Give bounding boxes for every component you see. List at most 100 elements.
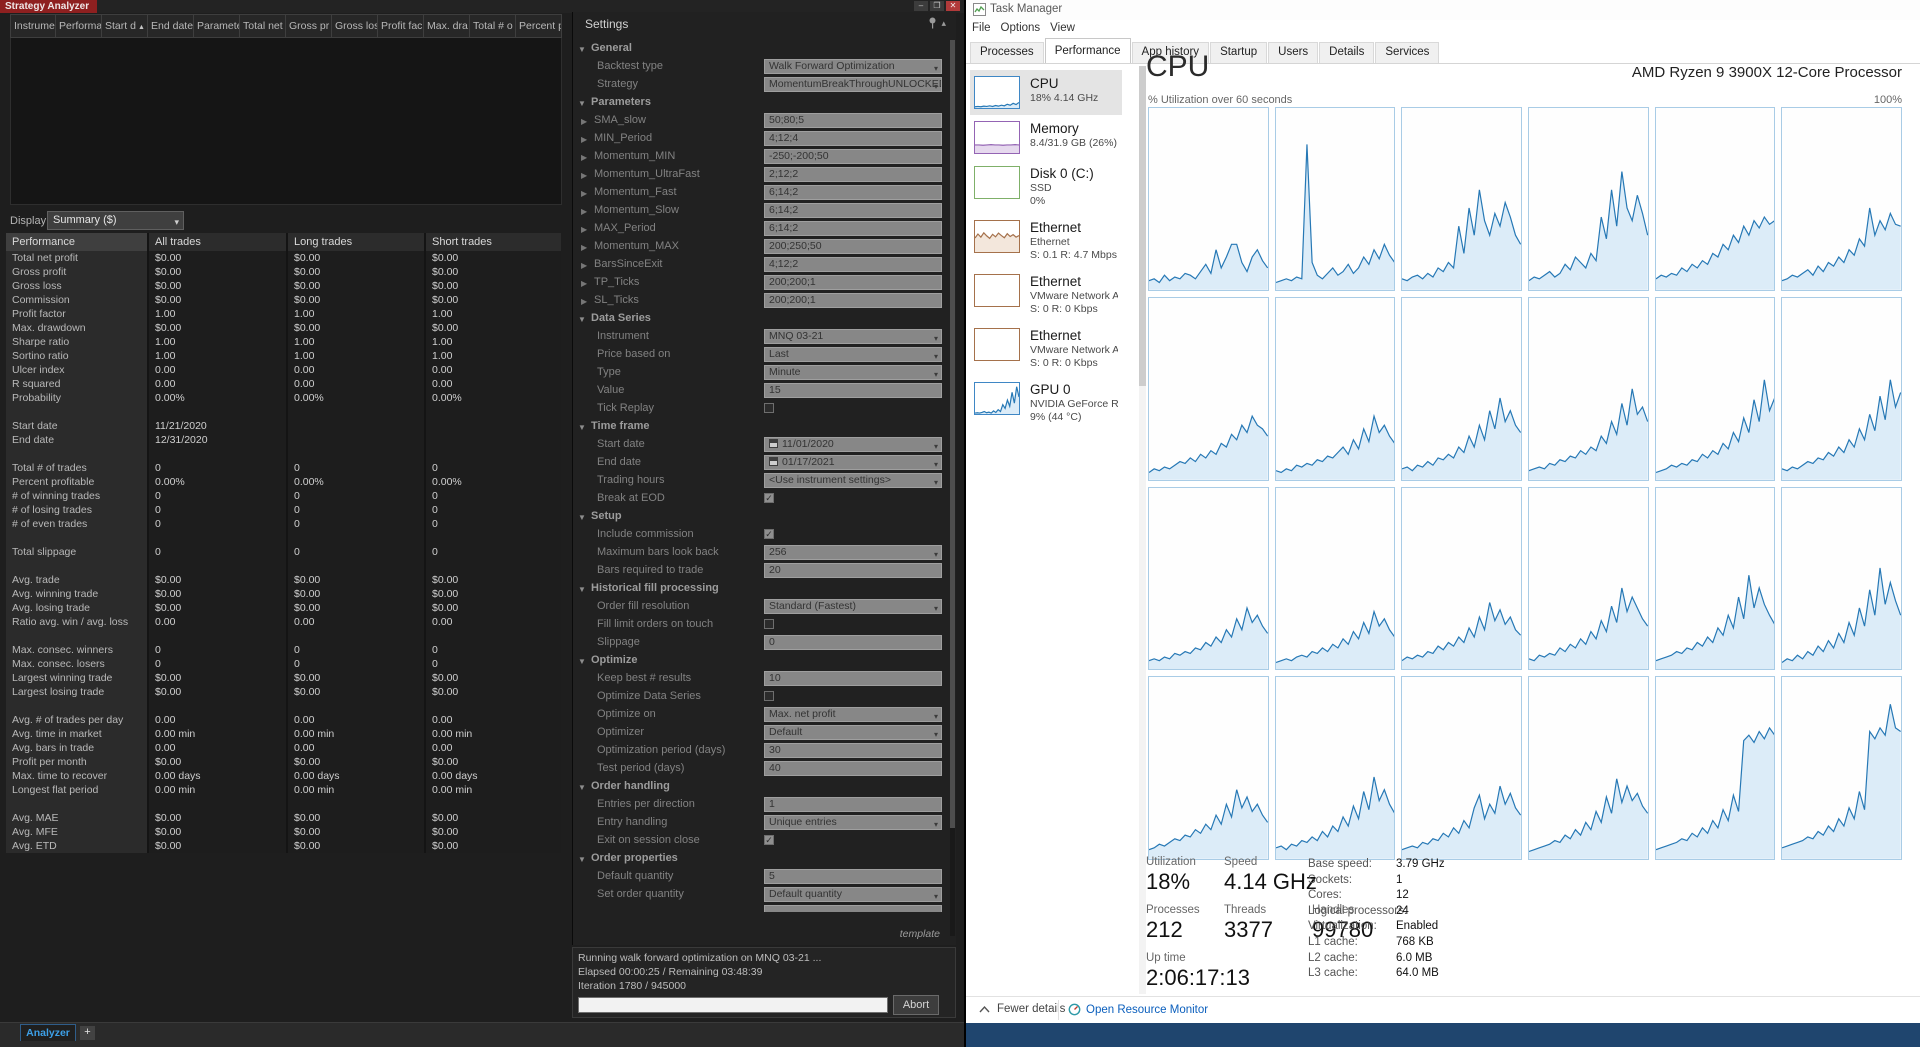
checkbox-checked[interactable]: ✓ bbox=[764, 493, 774, 503]
param-expand-icon[interactable]: ▶ bbox=[581, 261, 587, 270]
param-expand-icon[interactable]: ▶ bbox=[581, 135, 587, 144]
grid-column-header-performa[interactable]: Performa bbox=[56, 14, 102, 38]
checkbox-unchecked[interactable] bbox=[764, 619, 774, 629]
collapse-icon[interactable]: ▴ bbox=[941, 18, 946, 29]
close-button[interactable]: ✕ bbox=[946, 1, 960, 11]
sidebar-scrollbar[interactable] bbox=[1139, 66, 1146, 994]
grid-column-header-end-date[interactable]: End date bbox=[148, 14, 194, 38]
menu-view[interactable]: View bbox=[1050, 20, 1083, 38]
param-expand-icon[interactable]: ▶ bbox=[581, 189, 587, 198]
section-collapse-icon[interactable]: ▼ bbox=[578, 855, 586, 864]
grid-column-header-total-o[interactable]: Total # o bbox=[470, 14, 516, 38]
grid-column-header-max-dra[interactable]: Max. dra bbox=[424, 14, 470, 38]
section-collapse-icon[interactable]: ▼ bbox=[578, 657, 586, 666]
input-field[interactable]: -250;-200;50 bbox=[764, 149, 942, 164]
tab-processes[interactable]: Processes bbox=[970, 42, 1044, 63]
param-expand-icon[interactable]: ▶ bbox=[581, 279, 587, 288]
input-field[interactable]: 0 bbox=[764, 635, 942, 650]
grid-column-header-start-d[interactable]: Start d ▲ bbox=[102, 14, 148, 38]
maximize-button[interactable]: ❐ bbox=[930, 1, 944, 11]
input-field[interactable]: 200;200;1 bbox=[764, 275, 942, 290]
tab-startup[interactable]: Startup bbox=[1210, 42, 1268, 63]
dropdown-field[interactable]: Walk Forward Optimization ▾ bbox=[764, 59, 942, 74]
section-collapse-icon[interactable]: ▼ bbox=[578, 45, 586, 54]
sidebar-scrollbar-thumb[interactable] bbox=[1139, 66, 1146, 386]
section-collapse-icon[interactable]: ▼ bbox=[578, 783, 586, 792]
settings-scrollbar[interactable] bbox=[950, 40, 955, 936]
dropdown-field[interactable]: Max. net profit ▾ bbox=[764, 707, 942, 722]
grid-column-header-instrume[interactable]: Instrume bbox=[10, 14, 56, 38]
input-field[interactable]: 50;80;5 bbox=[764, 113, 942, 128]
tab-details[interactable]: Details bbox=[1319, 42, 1375, 63]
tab-users[interactable]: Users bbox=[1268, 42, 1319, 63]
param-expand-icon[interactable]: ▶ bbox=[581, 117, 587, 126]
input-field[interactable]: 5 bbox=[764, 869, 942, 884]
menu-options[interactable]: Options bbox=[1001, 20, 1049, 38]
input-field[interactable]: 4;12;2 bbox=[764, 257, 942, 272]
section-collapse-icon[interactable]: ▼ bbox=[578, 315, 586, 324]
input-field[interactable]: 6;14;2 bbox=[764, 221, 942, 236]
display-dropdown[interactable]: Summary ($) ▾ bbox=[47, 211, 184, 230]
input-field[interactable]: 1 bbox=[764, 797, 942, 812]
grid-column-header-gross-pr[interactable]: Gross pr bbox=[286, 14, 332, 38]
grid-column-header-total-net[interactable]: Total net bbox=[240, 14, 286, 38]
sidebar-item-ethernet[interactable]: EthernetVMware Network Ada...S: 0 R: 0 K… bbox=[970, 268, 1122, 322]
tab-services[interactable]: Services bbox=[1375, 42, 1440, 63]
sidebar-item-ethernet[interactable]: EthernetVMware Network Ada...S: 0 R: 0 K… bbox=[970, 322, 1122, 376]
checkbox-checked[interactable]: ✓ bbox=[764, 835, 774, 845]
tab-analyzer[interactable]: Analyzer bbox=[20, 1024, 76, 1041]
input-field[interactable]: 40 bbox=[764, 761, 942, 776]
date-field[interactable]: 01/17/2021 ▾ bbox=[764, 455, 942, 470]
sidebar-item-disk-0-c-[interactable]: Disk 0 (C:) SSD 0% bbox=[970, 160, 1122, 214]
input-field[interactable]: 15 bbox=[764, 383, 942, 398]
grid-column-header-percent-p[interactable]: Percent p bbox=[516, 14, 562, 38]
input-field[interactable]: 6;14;2 bbox=[764, 185, 942, 200]
dropdown-field[interactable]: Minute ▾ bbox=[764, 365, 942, 380]
input-field[interactable]: 200;250;50 bbox=[764, 239, 942, 254]
task-manager-titlebar[interactable]: Task Manager bbox=[966, 0, 1920, 20]
settings-scrollbar-thumb[interactable] bbox=[950, 40, 955, 829]
sidebar-item-gpu-0[interactable]: GPU 0NVIDIA GeForce RTX ...9% (44 °C) bbox=[970, 376, 1122, 430]
dropdown-field[interactable]: Standard (Fastest) ▾ bbox=[764, 599, 942, 614]
grid-column-header-paramete[interactable]: Paramete bbox=[194, 14, 240, 38]
date-field[interactable]: 11/01/2020 ▾ bbox=[764, 437, 942, 452]
section-collapse-icon[interactable]: ▼ bbox=[578, 585, 586, 594]
dropdown-field[interactable]: Last ▾ bbox=[764, 347, 942, 362]
dropdown-field[interactable]: Unique entries ▾ bbox=[764, 815, 942, 830]
minimize-button[interactable]: – bbox=[914, 1, 928, 11]
input-field[interactable]: 4;12;4 bbox=[764, 131, 942, 146]
param-expand-icon[interactable]: ▶ bbox=[581, 297, 587, 306]
section-collapse-icon[interactable]: ▼ bbox=[578, 99, 586, 108]
windows-taskbar[interactable] bbox=[966, 1023, 1920, 1047]
sidebar-item-memory[interactable]: Memory 8.4/31.9 GB (26%) bbox=[970, 115, 1122, 160]
dropdown-field[interactable]: MomentumBreakThroughUNLOCKED ▾ bbox=[764, 77, 942, 92]
checkbox-unchecked[interactable] bbox=[764, 691, 774, 701]
section-collapse-icon[interactable]: ▼ bbox=[578, 423, 586, 432]
menu-file[interactable]: File bbox=[972, 20, 999, 38]
open-resource-monitor-link[interactable]: Open Resource Monitor bbox=[1068, 1003, 1208, 1016]
input-field[interactable]: 30 bbox=[764, 743, 942, 758]
fewer-details-button[interactable]: Fewer details bbox=[978, 1003, 1065, 1015]
dropdown-field[interactable]: Default quantity ▾ bbox=[764, 887, 942, 902]
tab-performance[interactable]: Performance bbox=[1044, 38, 1131, 63]
param-expand-icon[interactable]: ▶ bbox=[581, 153, 587, 162]
sidebar-item-ethernet[interactable]: Ethernet Ethernet S: 0.1 R: 4.7 Mbps bbox=[970, 214, 1122, 268]
input-field[interactable]: 2;12;2 bbox=[764, 167, 942, 182]
dropdown-field[interactable]: <Use instrument settings> ▾ bbox=[764, 473, 942, 488]
input-field[interactable]: 200;200;1 bbox=[764, 293, 942, 308]
checkbox-unchecked[interactable] bbox=[764, 403, 774, 413]
sidebar-item-cpu[interactable]: CPU 18% 4.14 GHz bbox=[970, 70, 1122, 115]
param-expand-icon[interactable]: ▶ bbox=[581, 243, 587, 252]
param-expand-icon[interactable]: ▶ bbox=[581, 171, 587, 180]
checkbox-checked[interactable]: ✓ bbox=[764, 529, 774, 539]
input-field[interactable]: 6;14;2 bbox=[764, 203, 942, 218]
grid-column-header-profit-fac[interactable]: Profit fac bbox=[378, 14, 424, 38]
dropdown-field[interactable]: 256 ▾ bbox=[764, 545, 942, 560]
param-expand-icon[interactable]: ▶ bbox=[581, 225, 587, 234]
section-collapse-icon[interactable]: ▼ bbox=[578, 513, 586, 522]
dropdown-field[interactable]: Default ▾ bbox=[764, 725, 942, 740]
input-field[interactable]: 20 bbox=[764, 563, 942, 578]
add-tab-button[interactable]: + bbox=[80, 1026, 95, 1040]
grid-column-header-gross-los[interactable]: Gross los bbox=[332, 14, 378, 38]
param-expand-icon[interactable]: ▶ bbox=[581, 207, 587, 216]
